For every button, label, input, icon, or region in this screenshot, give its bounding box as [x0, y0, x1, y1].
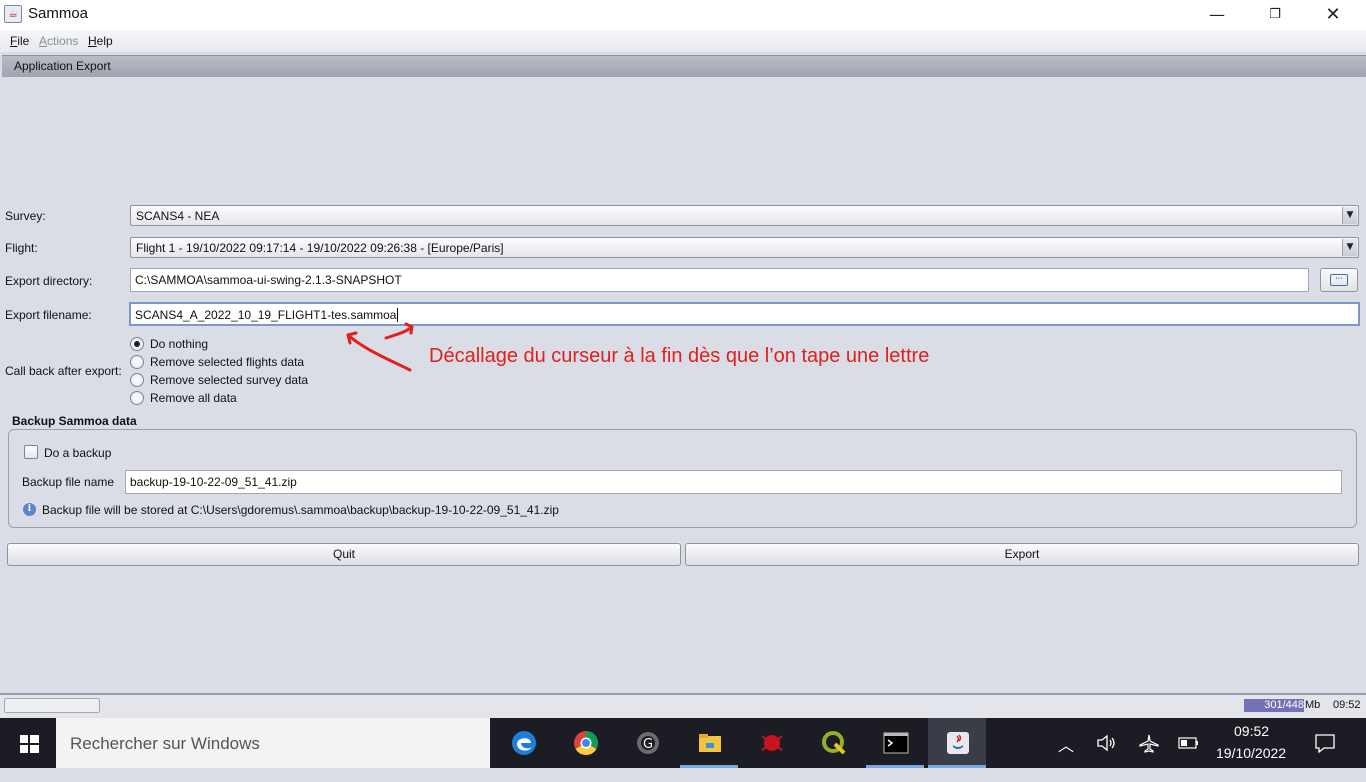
taskbar-app-java[interactable]	[928, 718, 986, 768]
survey-select-value: SCANS4 - NEA	[136, 209, 220, 223]
chevron-down-icon[interactable]: ▼	[1342, 239, 1357, 256]
status-time: 09:52	[1333, 699, 1361, 711]
taskbar-app-chrome[interactable]	[556, 718, 614, 768]
export-directory-label: Export directory:	[5, 274, 93, 288]
window-title: Sammoa	[28, 5, 89, 22]
taskbar-app-edge[interactable]	[494, 718, 552, 768]
title-bar	[0, 0, 1366, 30]
taskbar-app-qgis[interactable]	[804, 718, 862, 768]
radio-label: Remove all data	[150, 391, 237, 405]
memory-usage-bar[interactable]: 301/448	[1244, 699, 1304, 712]
radio-button[interactable]	[130, 391, 144, 405]
survey-label: Survey:	[5, 209, 46, 223]
taskbar-clock-time[interactable]: 09:52	[1234, 723, 1269, 739]
flight-label: Flight:	[5, 241, 38, 255]
notification-icon[interactable]	[1314, 732, 1336, 754]
java-app-icon: ☕	[4, 5, 22, 23]
menu-actions[interactable]: Actions	[39, 34, 78, 48]
browse-directory-button[interactable]: ···	[1320, 268, 1358, 292]
annotation-text: Décallage du curseur à la fin dès que l’…	[429, 345, 930, 367]
radio-button[interactable]	[130, 373, 144, 387]
qgis-icon	[822, 731, 846, 755]
backup-file-name-input[interactable]: backup-19-10-22-09_51_41.zip	[125, 470, 1342, 494]
backup-info-text: Backup file will be stored at C:\Users\g…	[42, 503, 559, 517]
backup-checkbox-label[interactable]: Do a backup	[44, 446, 111, 460]
flight-select-value: Flight 1 - 19/10/2022 09:17:14 - 19/10/2…	[136, 241, 504, 255]
export-filename-label: Export filename:	[5, 308, 92, 322]
callback-label: Call back after export:	[5, 364, 122, 378]
taskbar-search-placeholder[interactable]: Rechercher sur Windows	[70, 734, 260, 754]
airplane-mode-icon[interactable]	[1138, 733, 1160, 753]
annotation-arrow	[346, 322, 414, 372]
maximize-button[interactable]: ❐	[1252, 0, 1298, 30]
taskbar-app-inkscape[interactable]: G	[618, 718, 676, 768]
memory-unit: Mb	[1305, 699, 1321, 711]
taskbar-app-bug[interactable]	[742, 718, 800, 768]
volume-icon[interactable]	[1096, 733, 1118, 753]
section-title: Application Export	[14, 59, 111, 73]
bug-app-icon	[761, 735, 783, 751]
radio-label: Remove selected flights data	[150, 355, 305, 369]
close-button[interactable]: ✕	[1310, 0, 1356, 30]
svg-text:G: G	[643, 737, 653, 752]
taskbar-clock-date[interactable]: 19/10/2022	[1216, 745, 1286, 761]
start-button[interactable]	[0, 718, 56, 768]
export-button[interactable]: Export	[685, 543, 1359, 566]
windows-logo-icon	[20, 735, 39, 753]
ellipsis-icon: ···	[1330, 274, 1348, 286]
backup-file-name-label: Backup file name	[22, 475, 115, 489]
menu-help[interactable]: Help	[88, 34, 113, 48]
info-icon: i	[23, 503, 36, 516]
radio-label: Do nothing	[150, 337, 209, 351]
export-filename-input[interactable]: SCANS4_A_2022_10_19_FLIGHT1-tes.sammoa	[129, 302, 1360, 326]
inkscape-icon: G	[637, 732, 659, 754]
minimize-button[interactable]: —	[1194, 0, 1240, 30]
export-directory-input[interactable]: C:\SAMMOA\sammoa-ui-swing-2.1.3-SNAPSHOT	[130, 268, 1309, 292]
backup-section-title: Backup Sammoa data	[12, 414, 137, 428]
backup-checkbox[interactable]	[24, 445, 38, 459]
status-progress-bar	[4, 698, 100, 713]
edge-icon	[512, 731, 536, 755]
chrome-icon	[574, 730, 598, 756]
flight-select[interactable]: Flight 1 - 19/10/2022 09:17:14 - 19/10/2…	[130, 237, 1359, 258]
file-explorer-icon	[699, 734, 721, 752]
terminal-icon	[883, 732, 909, 754]
chevron-up-icon[interactable]: ︿	[1058, 732, 1078, 782]
status-bar	[0, 693, 1366, 718]
taskbar-app-terminal[interactable]	[866, 718, 924, 768]
taskbar-app-file-explorer[interactable]	[680, 718, 738, 768]
menu-file[interactable]: File	[10, 34, 29, 48]
radio-button-checked[interactable]	[130, 337, 144, 351]
quit-button[interactable]: Quit	[7, 543, 681, 566]
radio-label: Remove selected survey data	[150, 373, 309, 387]
battery-icon[interactable]	[1178, 736, 1200, 750]
java-icon	[947, 732, 969, 754]
survey-select[interactable]: SCANS4 - NEA ▼	[130, 205, 1359, 226]
radio-button[interactable]	[130, 355, 144, 369]
section-header	[2, 55, 1366, 77]
chevron-down-icon[interactable]: ▼	[1342, 207, 1357, 224]
menu-bar	[0, 30, 1366, 52]
